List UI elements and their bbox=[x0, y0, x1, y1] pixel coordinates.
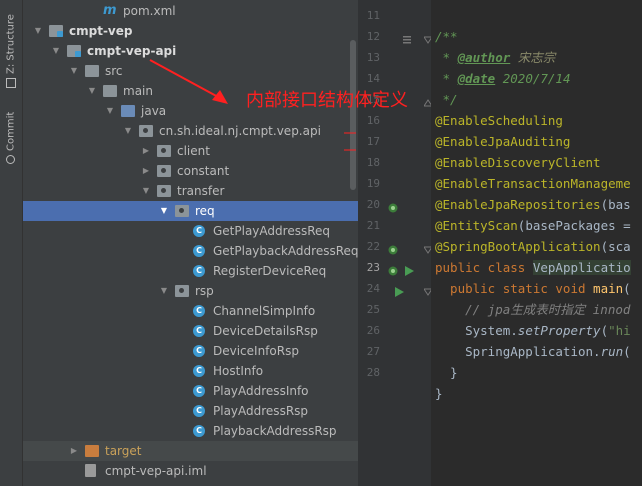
annotation-label: 内部接口结构体定义 bbox=[246, 90, 408, 111]
annotation-arrow bbox=[149, 59, 356, 151]
